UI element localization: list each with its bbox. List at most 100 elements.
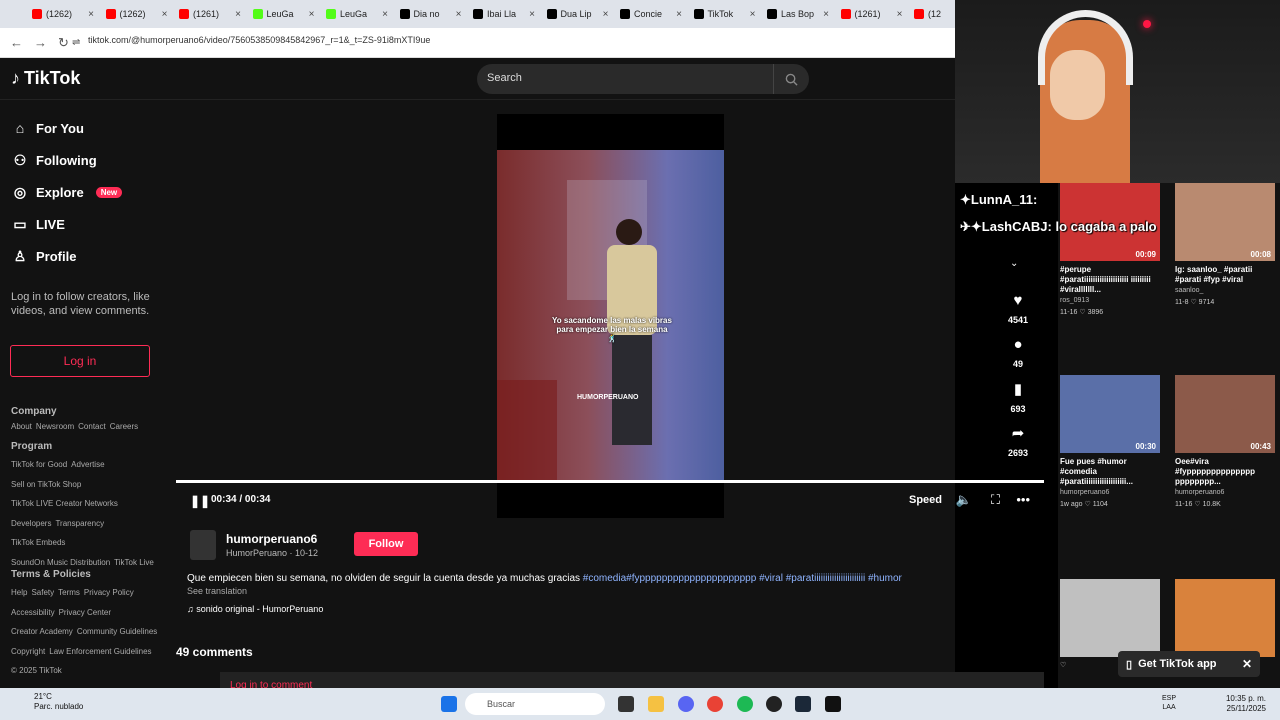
close-icon[interactable]: ✕ (1242, 657, 1252, 671)
nav-following[interactable]: ⚇ Following (12, 152, 97, 169)
footer-link[interactable]: Accessibility (11, 605, 55, 621)
footer-link[interactable]: Privacy Center (59, 605, 111, 621)
browser-tab[interactable]: (1261) × (837, 4, 907, 24)
close-tab-icon[interactable]: × (382, 9, 388, 20)
obs-icon[interactable] (766, 696, 782, 712)
video-thumbnail[interactable] (1175, 579, 1275, 657)
related-video-card[interactable]: 00:43 Oee#vira #fypppppppppppppp pppppppp… (1175, 375, 1275, 508)
video-progress-bar[interactable] (176, 480, 1044, 483)
footer-link[interactable]: TikTok Live (114, 555, 154, 571)
chrome-icon[interactable] (707, 696, 723, 712)
footer-link[interactable]: SoundOn Music Distribution (11, 555, 110, 571)
get-app-banner[interactable]: ▯ Get TikTok app ✕ (1118, 651, 1260, 677)
browser-tab[interactable]: Dua Lip × (543, 4, 613, 24)
site-info-icon[interactable]: ⇌ (72, 37, 80, 48)
footer-link[interactable]: Developers (11, 516, 51, 532)
footer-link[interactable]: TikTok Embeds (11, 535, 65, 551)
nav-explore[interactable]: ◎ Explore New (12, 184, 123, 201)
footer-link[interactable]: Careers (110, 422, 138, 431)
close-tab-icon[interactable]: × (162, 9, 168, 20)
volume-icon[interactable]: 🔈 (956, 492, 972, 508)
nav-for-you[interactable]: ⌂ For You (12, 120, 84, 136)
browser-tab[interactable]: (1262) × (102, 4, 172, 24)
nav-live[interactable]: ▭ LIVE (12, 216, 65, 233)
search-bar[interactable]: Search (477, 64, 809, 94)
like-button[interactable]: ♥ 4541 (998, 292, 1038, 325)
share-button[interactable]: ➦ 2693 (998, 424, 1038, 458)
close-tab-icon[interactable]: × (603, 9, 609, 20)
tiktok-logo[interactable]: ♪ TikTok (11, 68, 80, 89)
related-video-title[interactable]: Oee#vira #fypppppppppppppp pppppppp... (1175, 457, 1275, 487)
browser-tab[interactable]: Las Bop × (763, 4, 833, 24)
spotify-icon[interactable] (737, 696, 753, 712)
related-video-card[interactable]: 00:30 Fue pues #humor #comedia #paratiiii… (1060, 375, 1160, 508)
footer-link[interactable]: Copyright (11, 644, 45, 660)
search-input[interactable]: Search (487, 72, 522, 84)
pause-icon[interactable]: ❚❚ (190, 494, 210, 508)
footer-link[interactable]: Privacy Policy (84, 585, 134, 601)
close-tab-icon[interactable]: × (88, 9, 94, 20)
speed-button[interactable]: Speed (909, 494, 942, 506)
more-icon[interactable]: ••• (1016, 492, 1030, 507)
footer-link[interactable]: Transparency (55, 516, 104, 532)
browser-tab[interactable]: (1262) × (28, 4, 98, 24)
footer-link[interactable]: Law Enforcement Guidelines (49, 644, 151, 660)
related-video-author[interactable]: humorperuano6 (1060, 489, 1160, 496)
language-indicator[interactable]: ESP LAA (1162, 694, 1176, 712)
browser-tab[interactable]: LeuGa × (249, 4, 319, 24)
related-video-card[interactable]: 00:08 Ig: saanloo_ #paratii #parati #fyp … (1175, 183, 1275, 306)
browser-tab[interactable]: (1261) × (175, 4, 245, 24)
footer-link[interactable]: Terms (58, 585, 80, 601)
terminal-icon[interactable] (825, 696, 841, 712)
see-translation-link[interactable]: See translation (187, 586, 247, 596)
terms-title[interactable]: Terms & Policies (11, 569, 91, 580)
video-thumbnail[interactable]: 00:08 (1175, 183, 1275, 261)
back-icon[interactable]: ← (10, 35, 23, 50)
footer-link[interactable]: Safety (31, 585, 54, 601)
close-tab-icon[interactable]: × (750, 9, 756, 20)
video-thumbnail[interactable]: 00:30 (1060, 375, 1160, 453)
browser-tab[interactable]: LeuGa × (322, 4, 392, 24)
footer-link[interactable]: About (11, 422, 32, 431)
related-video-card[interactable]: 00:09 #perupe #paratiiiiiiiiiiiiiiiiiiii … (1060, 183, 1160, 316)
related-video-author[interactable]: humorperuano6 (1175, 489, 1275, 496)
footer-link[interactable]: TikTok LIVE Creator Networks (11, 496, 118, 512)
task-view-icon[interactable] (618, 696, 634, 712)
sound-link[interactable]: ♫ sonido original - HumorPeruano (187, 604, 323, 614)
comment-button[interactable]: ● 49 (998, 336, 1038, 369)
close-tab-icon[interactable]: × (235, 9, 241, 20)
browser-tab[interactable]: Concie × (616, 4, 686, 24)
reload-icon[interactable]: ↻ (58, 35, 69, 51)
related-video-title[interactable]: #perupe #paratiiiiiiiiiiiiiiiiiiii iiiii… (1060, 265, 1160, 295)
start-icon[interactable] (441, 696, 457, 712)
save-button[interactable]: ▮ 693 (998, 380, 1038, 414)
program-title[interactable]: Program (11, 441, 52, 452)
author-name[interactable]: humorperuano6 (226, 532, 317, 546)
video-thumbnail[interactable]: 00:43 (1175, 375, 1275, 453)
close-tab-icon[interactable]: × (529, 9, 535, 20)
login-to-comment[interactable]: Log in to comment (220, 672, 1044, 688)
folder-icon[interactable] (648, 696, 664, 712)
footer-link[interactable]: TikTok for Good (11, 457, 67, 473)
video-thumbnail[interactable] (1060, 579, 1160, 657)
close-tab-icon[interactable]: × (897, 9, 903, 20)
related-video-author[interactable]: saanloo_ (1175, 287, 1275, 294)
discord-icon[interactable] (678, 696, 694, 712)
fullscreen-icon[interactable]: ⛶ (991, 492, 1000, 508)
taskbar-search[interactable]: Buscar (465, 693, 605, 715)
company-title[interactable]: Company (11, 406, 57, 417)
search-button[interactable] (773, 64, 809, 94)
footer-link[interactable]: Newsroom (36, 422, 74, 431)
footer-link[interactable]: Creator Academy (11, 624, 73, 640)
weather-widget[interactable]: 21°C Parc. nublado (14, 692, 83, 712)
follow-button[interactable]: Follow (354, 532, 418, 556)
footer-link[interactable]: Advertise (71, 457, 104, 473)
nav-profile[interactable]: ♙ Profile (12, 248, 77, 265)
login-button[interactable]: Log in (10, 345, 150, 377)
footer-link[interactable]: Contact (78, 422, 106, 431)
video-frame[interactable]: Yo sacandome las malas vibras para empez… (497, 150, 724, 480)
close-tab-icon[interactable]: × (309, 9, 315, 20)
related-video-title[interactable]: Ig: saanloo_ #paratii #parati #fyp #vira… (1175, 265, 1275, 285)
steam-icon[interactable] (795, 696, 811, 712)
related-video-title[interactable]: Fue pues #humor #comedia #paratiiiiiiiii… (1060, 457, 1160, 487)
